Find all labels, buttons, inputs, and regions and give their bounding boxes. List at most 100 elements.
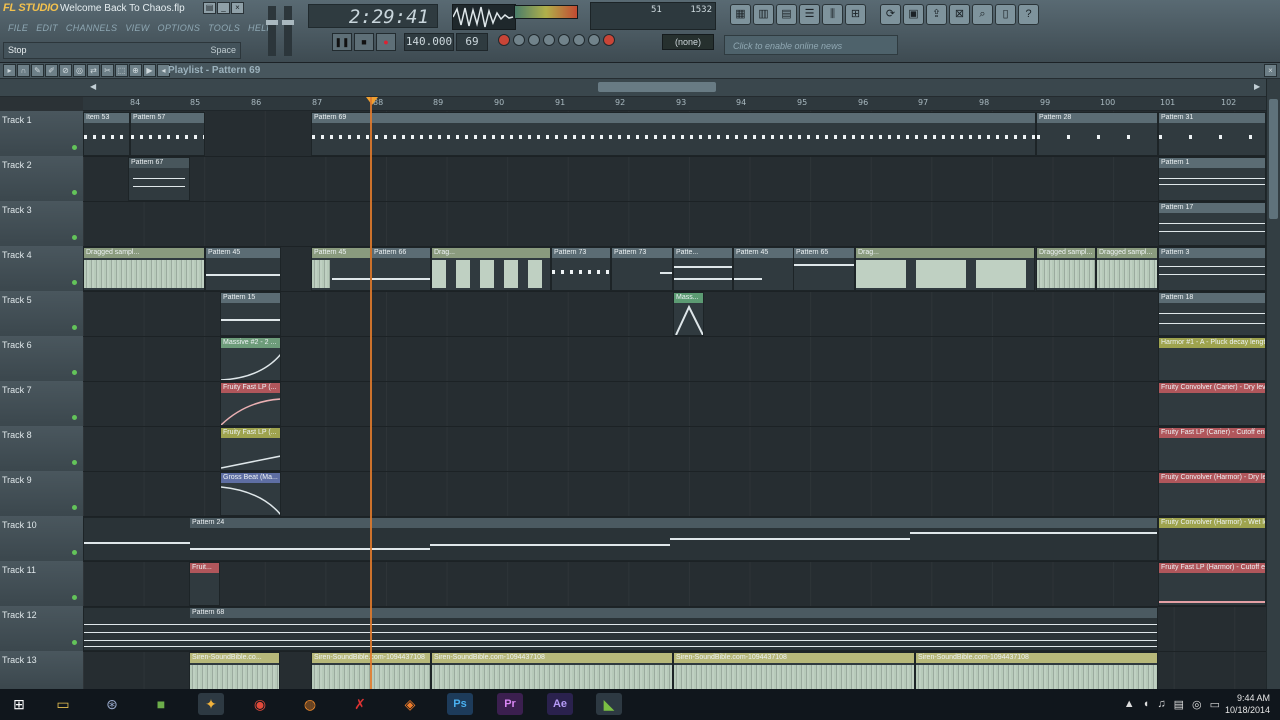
track-header[interactable]: Track 6 xyxy=(0,336,83,382)
pattern-clip[interactable]: Pattern 15 xyxy=(220,292,281,336)
playlist-icon[interactable]: ▦ xyxy=(730,4,751,25)
pattern-clip[interactable]: Pattern 18 xyxy=(1158,292,1266,336)
pattern-clip[interactable]: Pattern 68 xyxy=(83,607,1158,651)
track-enable-icon[interactable] xyxy=(72,640,77,645)
automation-clip[interactable]: Massive #2 - 2 ... xyxy=(220,337,281,381)
pattern-clip[interactable]: Mass... xyxy=(673,292,704,336)
tempo-display[interactable]: 140.000 xyxy=(404,33,454,51)
menu-file[interactable]: FILE xyxy=(4,23,32,33)
pattern-clip[interactable]: Pattern 1 xyxy=(1158,157,1266,201)
menu-options[interactable]: OPTIONS xyxy=(154,23,205,33)
playhead[interactable] xyxy=(370,97,372,689)
premiere-icon[interactable]: Pr xyxy=(497,693,523,715)
close-icon[interactable]: × xyxy=(231,2,244,14)
render-icon[interactable]: ⊠ xyxy=(949,4,970,25)
step-edit-icon[interactable] xyxy=(528,34,540,46)
pattern-clip[interactable]: Pattern 69 xyxy=(311,112,1036,156)
online-news-banner[interactable]: Click to enable online news xyxy=(724,35,898,55)
chat-icon[interactable]: ▭ xyxy=(1210,698,1220,711)
mixer-icon[interactable]: ⫼ xyxy=(822,4,843,25)
slice-icon[interactable]: ✂ xyxy=(101,64,114,77)
blend-notes-icon[interactable] xyxy=(543,34,555,46)
track-enable-icon[interactable] xyxy=(72,190,77,195)
select-icon[interactable]: ⬚ xyxy=(115,64,128,77)
pattern-clip[interactable]: Item 53 xyxy=(83,112,130,156)
track-header[interactable]: Track 13 xyxy=(0,651,83,690)
paint-icon[interactable]: ✐ xyxy=(45,64,58,77)
nvidia-icon[interactable]: ◣ xyxy=(596,693,622,715)
master-pitch-slider[interactable] xyxy=(282,6,294,56)
export-icon[interactable]: ⇪ xyxy=(926,4,947,25)
audio-clip[interactable]: Drag... xyxy=(431,247,551,291)
piano-roll-icon[interactable]: ▤ xyxy=(776,4,797,25)
track-enable-icon[interactable] xyxy=(72,460,77,465)
pattern-clip[interactable]: Pattern 31 xyxy=(1158,112,1266,156)
audio-clip[interactable]: Drag... xyxy=(855,247,1035,291)
menu-icon[interactable]: ▤ xyxy=(203,2,216,14)
track-header[interactable]: Track 12 xyxy=(0,606,83,652)
audio-clip[interactable]: Siren-SoundBible.com-1094437108 xyxy=(673,652,915,689)
track-header[interactable]: Track 10 xyxy=(0,516,83,562)
menu-tools[interactable]: TOOLS xyxy=(204,23,244,33)
pattern-clip[interactable]: Pattern 17 xyxy=(1158,202,1266,246)
typing-keyboard-icon[interactable] xyxy=(588,34,600,46)
automation-clip[interactable]: Fruit... xyxy=(189,562,220,606)
track-header[interactable]: Track 11 xyxy=(0,561,83,607)
track-header[interactable]: Track 9 xyxy=(0,471,83,517)
globe-icon[interactable]: ◎ xyxy=(1192,698,1202,711)
automation-clip[interactable]: Fruity Fast LP (... xyxy=(220,382,281,426)
automation-clip[interactable]: Fruity Fast LP (Harmor) - Cutoff en xyxy=(1158,562,1266,606)
timeline-ruler[interactable]: 84 85 86 87 88 89 90 91 92 93 94 95 96 9… xyxy=(83,97,1266,111)
delete-icon[interactable]: ⊘ xyxy=(59,64,72,77)
mute-icon[interactable]: ◎ xyxy=(73,64,86,77)
pattern-clip[interactable]: Pattern 66 xyxy=(371,247,431,291)
filezilla-icon[interactable]: ✗ xyxy=(347,693,373,715)
blender-icon[interactable]: ◈ xyxy=(397,693,423,715)
track-enable-icon[interactable] xyxy=(72,370,77,375)
audio-clip[interactable]: Dragged sampl... xyxy=(1036,247,1096,291)
multilink-dropdown[interactable]: (none) xyxy=(662,34,714,50)
song-position-marker[interactable] xyxy=(366,97,378,105)
photoshop-icon[interactable]: Ps xyxy=(447,693,473,715)
playlist-grid[interactable]: Item 53 Pattern 57 Pattern 69 Pattern 28… xyxy=(83,111,1266,689)
track-enable-icon[interactable] xyxy=(72,280,77,285)
track-header[interactable]: Track 1 xyxy=(0,111,83,157)
help-icon[interactable]: ? xyxy=(1018,4,1039,25)
pattern-clip[interactable]: Pattern 45 xyxy=(205,247,281,291)
automation-clip[interactable]: Fruity Convolver (Harmor) - Wet le xyxy=(1158,517,1266,561)
minimize-icon[interactable]: _ xyxy=(217,2,230,14)
master-volume-slider[interactable] xyxy=(266,6,278,56)
slip-icon[interactable]: ⇄ xyxy=(87,64,100,77)
automation-clip[interactable]: Fruity Convolver (Harmor) - Dry lev xyxy=(1158,472,1266,516)
pattern-selector[interactable]: 69 xyxy=(456,33,488,51)
pattern-clip[interactable]: Pattern 57 xyxy=(130,112,205,156)
scroll-left-icon[interactable]: ◀ xyxy=(90,82,96,91)
automation-clip[interactable]: Fruity Fast LP (Carier) - Cutoff ene xyxy=(1158,427,1266,471)
stop-button[interactable]: ■ xyxy=(354,33,374,51)
audio-clip[interactable]: Dragged sampl... xyxy=(83,247,205,291)
file-explorer-icon[interactable]: ▭ xyxy=(50,693,76,715)
search-icon[interactable]: ⌕ xyxy=(972,4,993,25)
document-icon[interactable]: ▯ xyxy=(995,4,1016,25)
automation-clip[interactable]: Fruity Convolver (Carier) - Dry leve xyxy=(1158,382,1266,426)
volume-icon[interactable]: ◖ xyxy=(1143,698,1150,711)
track-enable-icon[interactable] xyxy=(72,145,77,150)
firefox-icon[interactable]: ◍ xyxy=(297,693,323,715)
audio-clip[interactable]: Dragged sampl... xyxy=(1096,247,1158,291)
countdown-icon[interactable] xyxy=(573,34,585,46)
after-effects-icon[interactable]: Ae xyxy=(547,693,573,715)
track-header[interactable]: Track 2 xyxy=(0,156,83,202)
snap-icon[interactable]: ∩ xyxy=(17,64,30,77)
horizontal-scrollbar[interactable]: ◀ ▶ xyxy=(0,79,1280,97)
automation-clip[interactable]: Fruity Fast LP (... xyxy=(220,427,281,471)
tray-arrow-icon[interactable]: ▲ xyxy=(1124,698,1135,711)
pattern-clip[interactable]: Pattern 3 xyxy=(1158,247,1266,291)
pattern-clip[interactable]: Pattern 73 xyxy=(611,247,673,291)
snapshot-icon[interactable] xyxy=(603,34,615,46)
scroll-thumb[interactable] xyxy=(598,82,716,92)
start-icon[interactable]: ⊞ xyxy=(6,693,32,715)
steam-icon[interactable]: ⊛ xyxy=(99,693,125,715)
refresh-icon[interactable]: ⟳ xyxy=(880,4,901,25)
audio-clip[interactable]: Siren-SoundBible.com-1094437108 xyxy=(431,652,673,689)
track-header[interactable]: Track 8 xyxy=(0,426,83,472)
